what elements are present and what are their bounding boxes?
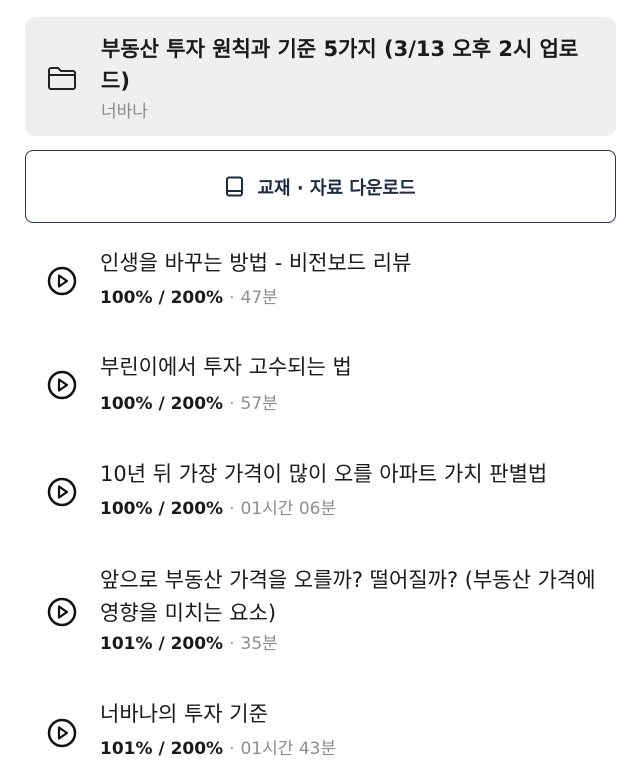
download-materials-button[interactable]: 교재 · 자료 다운로드 <box>25 150 616 223</box>
lesson-meta: 100% / 200% · 57분 <box>100 393 278 415</box>
lesson-title: 10년 뒤 가장 가격이 많이 오를 아파트 가치 판별법 <box>100 462 548 486</box>
lesson-meta: 101% / 200% · 01시간 43분 <box>100 738 336 760</box>
meta-separator: · <box>229 634 235 654</box>
folder-title: 부동산 투자 원칙과 기준 5가지 (3/13 오후 2시 업로드) <box>101 37 579 93</box>
lesson-item[interactable]: 인생을 바꾸는 방법 - 비전보드 리뷰 100% / 200% · 47분 <box>0 245 640 315</box>
folder-card[interactable]: 부동산 투자 원칙과 기준 5가지 (3/13 오후 2시 업로드) 너바나 <box>25 17 616 136</box>
download-button-label: 교재 · 자료 다운로드 <box>257 177 416 199</box>
lesson-title: 앞으로 부동산 가격을 오를까? 떨어질까? (부동산 가격에 영향을 미치는 … <box>100 568 596 625</box>
lesson-duration: 35분 <box>240 634 278 654</box>
lesson-meta: 100% / 200% · 01시간 06분 <box>100 498 336 520</box>
lesson-meta: 101% / 200% · 35분 <box>100 633 278 655</box>
folder-icon <box>48 67 76 90</box>
lesson-duration: 57분 <box>240 394 278 414</box>
play-icon[interactable] <box>46 265 78 297</box>
lesson-title: 너바나의 투자 기준 <box>100 702 268 726</box>
lesson-item[interactable]: 부린이에서 투자 고수되는 법 100% / 200% · 57분 <box>0 351 640 421</box>
lesson-duration: 47분 <box>240 288 278 308</box>
play-icon[interactable] <box>46 369 78 401</box>
book-icon <box>226 176 244 196</box>
lesson-title: 부린이에서 투자 고수되는 법 <box>100 355 352 379</box>
play-icon[interactable] <box>46 717 78 749</box>
play-icon[interactable] <box>46 596 78 628</box>
meta-separator: · <box>229 499 235 519</box>
meta-separator: · <box>229 394 235 414</box>
lesson-title: 인생을 바꾸는 방법 - 비전보드 리뷰 <box>100 251 412 275</box>
lesson-progress: 100% / 200% <box>100 288 224 308</box>
lesson-progress: 100% / 200% <box>100 394 224 414</box>
lesson-item[interactable]: 앞으로 부동산 가격을 오를까? 떨어질까? (부동산 가격에 영향을 미치는 … <box>0 562 640 667</box>
lesson-duration: 01시간 43분 <box>240 739 337 759</box>
lesson-progress: 101% / 200% <box>100 634 224 654</box>
lesson-item[interactable]: 너바나의 투자 기준 101% / 200% · 01시간 43분 <box>0 698 640 768</box>
folder-author: 너바나 <box>101 102 148 122</box>
meta-separator: · <box>229 288 235 308</box>
meta-separator: · <box>229 739 235 759</box>
lesson-progress: 100% / 200% <box>100 499 224 519</box>
lesson-item[interactable]: 10년 뒤 가장 가격이 많이 오를 아파트 가치 판별법 100% / 200… <box>0 456 640 526</box>
play-icon[interactable] <box>46 476 78 508</box>
lesson-progress: 101% / 200% <box>100 739 224 759</box>
lecture-page: 부동산 투자 원칙과 기준 5가지 (3/13 오후 2시 업로드) 너바나 교… <box>0 0 640 782</box>
lesson-duration: 01시간 06분 <box>240 499 337 519</box>
lesson-meta: 100% / 200% · 47분 <box>100 287 278 309</box>
